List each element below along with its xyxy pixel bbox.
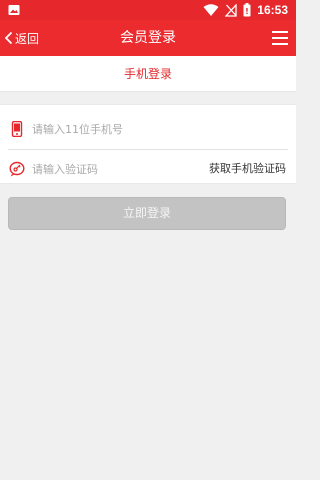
no-sim-icon — [225, 3, 237, 17]
wifi-icon — [203, 3, 219, 16]
login-method-tabs: 手机登录 — [0, 56, 296, 92]
code-row: 获取手机验证码 — [0, 149, 296, 189]
phone-row — [0, 109, 296, 149]
back-label: 返回 — [15, 31, 40, 46]
mobile-phone-icon — [11, 121, 23, 137]
page-title: 会员登录 — [120, 30, 176, 46]
login-button[interactable]: 立即登录 — [8, 197, 286, 230]
chevron-left-icon — [4, 31, 13, 45]
image-icon — [8, 5, 20, 15]
phone-input[interactable] — [32, 115, 202, 143]
svg-text:!: ! — [245, 7, 249, 16]
hamburger-menu-icon[interactable] — [272, 29, 288, 47]
status-bar: ! 16:53 — [0, 0, 296, 20]
top-app-bar: 返回 会员登录 — [0, 20, 296, 56]
get-code-button[interactable]: 获取手机验证码 — [209, 149, 286, 189]
login-form: 获取手机验证码 — [0, 104, 296, 184]
battery-icon: ! — [243, 3, 251, 17]
back-button[interactable]: 返回 — [4, 20, 39, 56]
status-time: 16:53 — [257, 3, 288, 17]
verification-code-input[interactable] — [32, 155, 202, 183]
verification-code-icon — [9, 161, 25, 177]
tab-phone-login[interactable]: 手机登录 — [0, 56, 296, 92]
